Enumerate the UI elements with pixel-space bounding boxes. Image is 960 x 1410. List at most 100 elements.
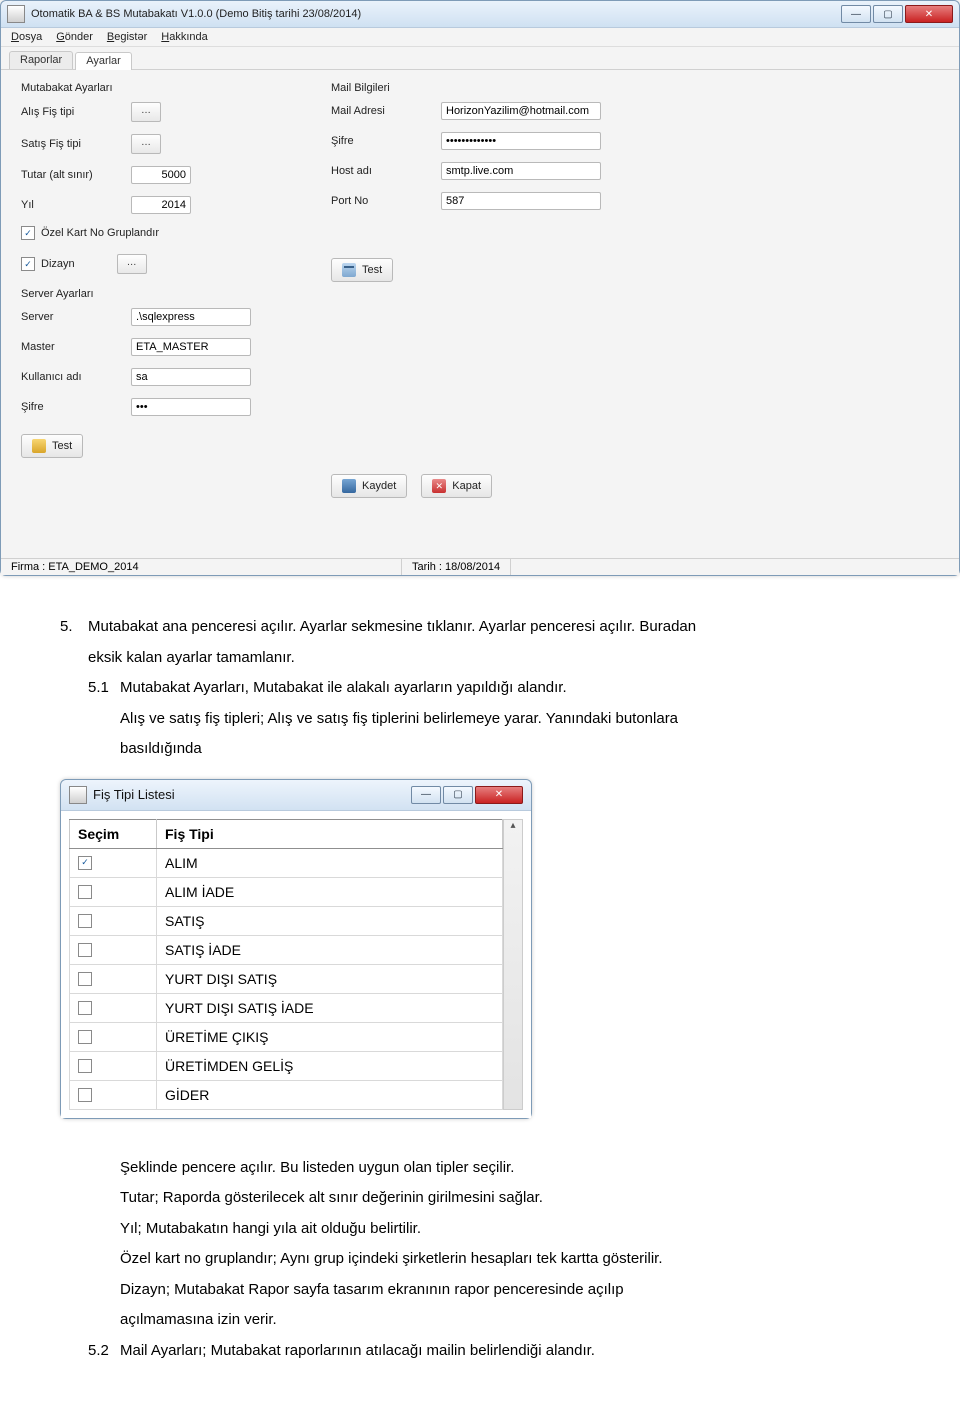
- minimize-button[interactable]: —: [841, 5, 871, 23]
- table-row: ALIM İADE: [70, 877, 503, 906]
- mail-sifre-label: Şifre: [331, 135, 441, 147]
- ozel-kart-checkbox[interactable]: [21, 226, 35, 240]
- port-label: Port No: [331, 195, 441, 207]
- fis-row-checkbox[interactable]: [78, 972, 92, 986]
- dizayn-button[interactable]: …: [117, 254, 147, 274]
- alis-fis-tipi-label: Alış Fiş tipi: [21, 106, 131, 118]
- server-sifre-label: Şifre: [21, 401, 131, 413]
- mutabakat-ayarlari-panel: Mutabakat Ayarları Alış Fiş tipi … Satış…: [21, 82, 251, 508]
- after-l3: Yıl; Mutabakatın hangi yıla ait olduğu b…: [120, 1218, 910, 1241]
- folder-icon: [32, 439, 46, 453]
- dialog-minimize-button[interactable]: —: [411, 786, 441, 804]
- dizayn-checkbox[interactable]: [21, 257, 35, 271]
- fis-tipi-table: Seçim Fiş Tipi ALIMALIM İADESATIŞSATIŞ İ…: [69, 819, 503, 1110]
- save-icon: [342, 479, 356, 493]
- after-l4: Özel kart no gruplandır; Aynı grup içind…: [120, 1248, 910, 1271]
- table-row: YURT DIŞI SATIŞ İADE: [70, 993, 503, 1022]
- close-icon: [432, 479, 446, 493]
- close-button[interactable]: ✕: [905, 5, 953, 23]
- table-scrollbar[interactable]: ▴: [503, 819, 523, 1110]
- main-app-window: Otomatik BA & BS Mutabakatı V1.0.0 (Demo…: [0, 0, 960, 576]
- dialog-title: Fiş Tipi Listesi: [93, 787, 175, 802]
- col-fistipi: Fiş Tipi: [157, 819, 503, 848]
- fis-row-name: ALIM İADE: [157, 877, 503, 906]
- fis-row-name: YURT DIŞI SATIŞ İADE: [157, 993, 503, 1022]
- menu-dosya[interactable]: Dosya: [11, 31, 42, 43]
- menu-begistir[interactable]: Begistər: [107, 31, 147, 43]
- fis-row-name: ALIM: [157, 848, 503, 877]
- table-row: SATIŞ İADE: [70, 935, 503, 964]
- fis-row-name: SATIŞ: [157, 906, 503, 935]
- app-icon: [7, 5, 25, 23]
- alis-fis-tipi-button[interactable]: …: [131, 102, 161, 122]
- master-label: Master: [21, 341, 131, 353]
- kapat-button[interactable]: Kapat: [421, 474, 492, 498]
- tab-ayarlar[interactable]: Ayarlar: [75, 52, 132, 70]
- fis-row-name: GİDER: [157, 1080, 503, 1109]
- app-title: Otomatik BA & BS Mutabakatı V1.0.0 (Demo…: [31, 8, 361, 20]
- tab-raporlar[interactable]: Raporlar: [9, 51, 73, 69]
- statusbar: Firma : ETA_DEMO_2014 Tarih : 18/08/2014: [1, 558, 959, 575]
- para5-sub1-line2: Alış ve satış fiş tipleri; Alış ve satış…: [120, 708, 910, 731]
- kullanici-label: Kullanıcı adı: [21, 371, 131, 383]
- port-input[interactable]: [441, 192, 601, 210]
- tab-row: Raporlar Ayarlar: [1, 47, 959, 70]
- mail-test-button[interactable]: Test: [331, 258, 393, 282]
- host-input[interactable]: [441, 162, 601, 180]
- table-row: ÜRETİME ÇIKIŞ: [70, 1022, 503, 1051]
- server-label: Server: [21, 311, 131, 323]
- server-input[interactable]: [131, 308, 251, 326]
- kaydet-button[interactable]: Kaydet: [331, 474, 407, 498]
- satis-fis-tipi-label: Satış Fiş tipi: [21, 138, 131, 150]
- tutar-input[interactable]: [131, 166, 191, 184]
- server-sifre-input[interactable]: [131, 398, 251, 416]
- dialog-icon: [69, 786, 87, 804]
- after-l2: Tutar; Raporda gösterilecek alt sınır de…: [120, 1187, 910, 1210]
- satis-fis-tipi-button[interactable]: …: [131, 134, 161, 154]
- yil-label: Yıl: [21, 199, 131, 211]
- scroll-up-icon[interactable]: ▴: [504, 820, 522, 838]
- status-firma: Firma : ETA_DEMO_2014: [1, 559, 402, 575]
- after-l5: Dizayn; Mutabakat Rapor sayfa tasarım ek…: [120, 1279, 910, 1302]
- fis-row-name: YURT DIŞI SATIŞ: [157, 964, 503, 993]
- dialog-maximize-button[interactable]: ▢: [443, 786, 473, 804]
- menu-hakkinda[interactable]: Hakkında: [161, 31, 207, 43]
- table-row: GİDER: [70, 1080, 503, 1109]
- fis-row-checkbox[interactable]: [78, 885, 92, 899]
- yil-input[interactable]: [131, 196, 191, 214]
- table-row: ALIM: [70, 848, 503, 877]
- fis-row-checkbox[interactable]: [78, 1001, 92, 1015]
- fis-row-checkbox[interactable]: [78, 943, 92, 957]
- after-l1: Şeklinde pencere açılır. Bu listeden uyg…: [120, 1157, 910, 1180]
- fis-tipi-dialog: Fiş Tipi Listesi — ▢ ✕ Seçim Fiş Tipi AL…: [60, 779, 532, 1119]
- fis-row-checkbox[interactable]: [78, 1059, 92, 1073]
- titlebar: Otomatik BA & BS Mutabakatı V1.0.0 (Demo…: [1, 1, 959, 28]
- mail-sifre-input[interactable]: [441, 132, 601, 150]
- col-secim: Seçim: [70, 819, 157, 848]
- dialog-titlebar: Fiş Tipi Listesi — ▢ ✕: [61, 780, 531, 811]
- fis-row-checkbox[interactable]: [78, 1030, 92, 1044]
- mail-icon: [342, 263, 356, 277]
- table-row: YURT DIŞI SATIŞ: [70, 964, 503, 993]
- menu-gonder[interactable]: Gönder: [56, 31, 93, 43]
- master-input[interactable]: [131, 338, 251, 356]
- menubar: Dosya Gönder Begistər Hakkında: [1, 28, 959, 47]
- mutabakat-section-title: Mutabakat Ayarları: [21, 82, 251, 94]
- fis-row-checkbox[interactable]: [78, 856, 92, 870]
- para5-line1: 5.Mutabakat ana penceresi açılır. Ayarla…: [60, 616, 910, 639]
- para5-sub1-line3: basıldığında: [120, 738, 910, 761]
- table-row: SATIŞ: [70, 906, 503, 935]
- para5-line2: eksik kalan ayarlar tamamlanır.: [88, 647, 910, 670]
- kullanici-input[interactable]: [131, 368, 251, 386]
- dialog-close-button[interactable]: ✕: [475, 786, 523, 804]
- mail-adresi-input[interactable]: [441, 102, 601, 120]
- status-tarih: Tarih : 18/08/2014: [402, 559, 511, 575]
- table-row: ÜRETİMDEN GELİŞ: [70, 1051, 503, 1080]
- maximize-button[interactable]: ▢: [873, 5, 903, 23]
- mail-bilgileri-panel: Mail Bilgileri Mail Adresi Şifre Host ad…: [331, 82, 601, 508]
- server-section-title: Server Ayarları: [21, 288, 251, 300]
- fis-row-checkbox[interactable]: [78, 914, 92, 928]
- server-test-button[interactable]: Test: [21, 434, 83, 458]
- fis-row-checkbox[interactable]: [78, 1088, 92, 1102]
- tutar-label: Tutar (alt sınır): [21, 169, 131, 181]
